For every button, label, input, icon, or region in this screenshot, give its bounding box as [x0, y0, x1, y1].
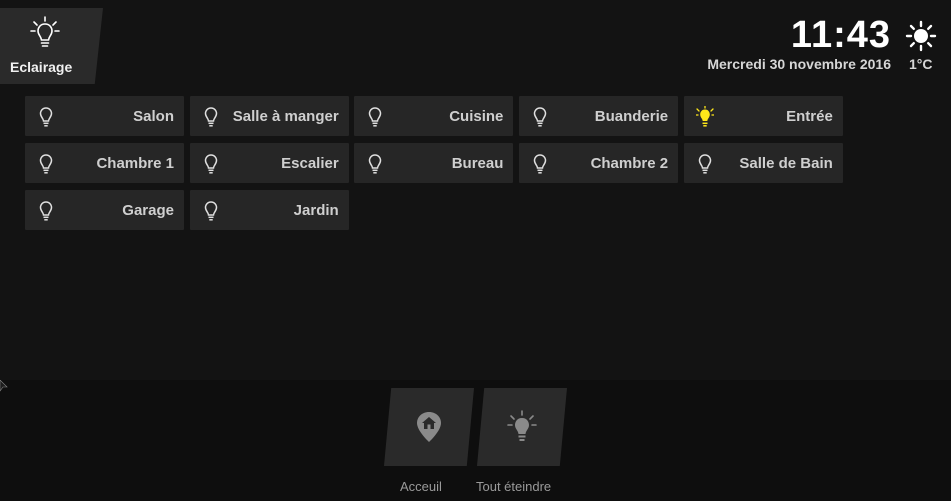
room-label: Cuisine [449, 108, 504, 125]
room-label: Garage [122, 202, 174, 219]
room-label: Jardin [293, 202, 339, 219]
room-label: Bureau [451, 155, 504, 172]
room-toggle-button[interactable]: Chambre 1 [25, 143, 184, 183]
lightbulb-off-icon [698, 154, 712, 174]
room-toggle-button[interactable]: Bureau [354, 143, 514, 183]
room-toggle-button[interactable]: Entrée [683, 96, 843, 136]
room-toggle-button[interactable]: Cuisine [354, 96, 514, 136]
lightbulb-off-icon [204, 201, 217, 221]
lightbulb-off-icon [369, 107, 382, 127]
mouse-cursor-icon [0, 380, 8, 392]
room-toggle-button[interactable]: Escalier [189, 143, 349, 183]
lightbulb-off-icon [533, 107, 547, 127]
home-button-label: Acceuil [400, 479, 442, 494]
lightbulb-off-icon [369, 154, 382, 174]
clock-time: 11:43 [790, 14, 891, 56]
bottom-dock: Acceuil Tout éteindre [0, 380, 951, 501]
room-label: Salon [133, 108, 174, 125]
lighting-screen: Eclairage 11:43 Mercredi 30 novembre 201… [0, 0, 951, 501]
home-pin-icon [417, 412, 441, 442]
lightbulb-off-icon [533, 154, 547, 174]
room-toggle-button[interactable]: Salle de Bain [683, 143, 843, 183]
home-button[interactable] [384, 388, 474, 466]
lightbulb-on-icon [695, 106, 714, 127]
lightbulb-rays-icon [30, 16, 60, 47]
current-date: Mercredi 30 novembre 2016 [707, 56, 891, 72]
lightbulb-off-icon [204, 154, 217, 174]
room-label: Chambre 2 [590, 155, 669, 172]
lightbulb-off-icon [39, 154, 53, 174]
section-title: Eclairage [10, 59, 73, 75]
section-tab-eclairage[interactable]: Eclairage [0, 8, 103, 84]
lightbulb-off-icon [204, 107, 217, 127]
room-label: Chambre 1 [96, 155, 174, 172]
room-toggle-button[interactable]: Jardin [189, 190, 349, 230]
all-off-button-label: Tout éteindre [476, 479, 552, 494]
temperature: 1°C [909, 56, 933, 72]
room-toggle-button[interactable]: Buanderie [519, 96, 679, 136]
room-toggle-button[interactable]: Garage [25, 190, 184, 230]
room-label: Entrée [786, 108, 833, 125]
lightbulb-off-icon [39, 107, 53, 127]
room-label: Salle de Bain [739, 155, 833, 172]
all-off-button[interactable] [477, 388, 567, 466]
sun-icon [905, 20, 937, 52]
room-toggle-button[interactable]: Chambre 2 [519, 143, 679, 183]
room-label: Escalier [281, 155, 339, 172]
lightbulb-rays-icon [507, 410, 537, 441]
room-toggle-button[interactable]: Salle à manger [189, 96, 349, 136]
lightbulb-off-icon [39, 201, 53, 221]
room-label: Salle à manger [232, 108, 339, 125]
room-toggle-button[interactable]: Salon [25, 96, 184, 136]
room-label: Buanderie [594, 108, 669, 125]
